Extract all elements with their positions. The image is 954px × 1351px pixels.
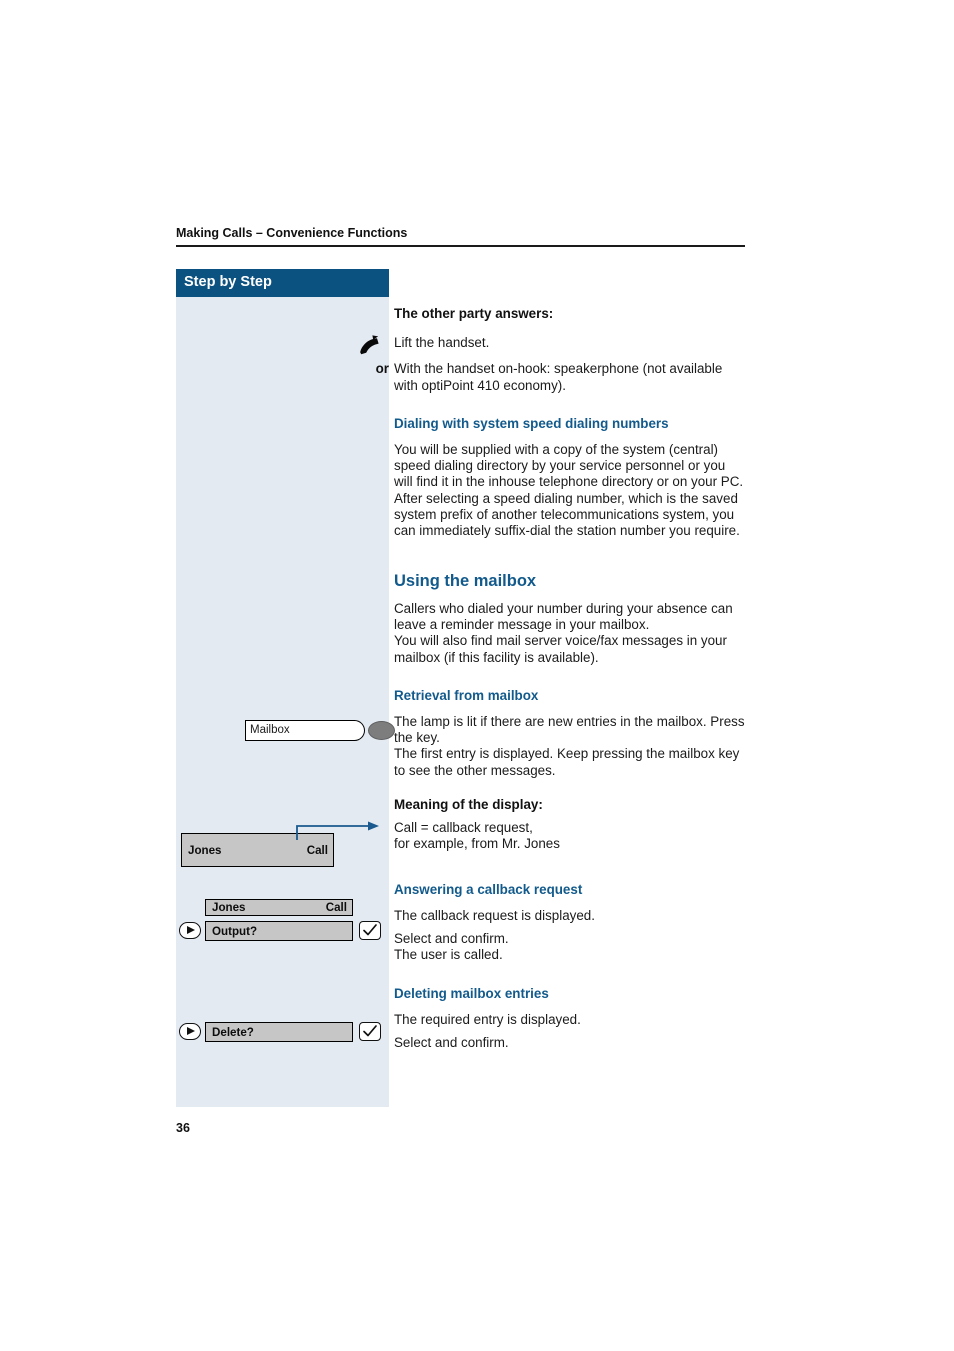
text-retrieval-p1: The lamp is lit if there are new entries… bbox=[394, 713, 745, 746]
text-meaning-p2: for example, from Mr. Jones bbox=[394, 836, 560, 852]
text-answering-p3: The user is called. bbox=[394, 947, 503, 963]
phone-display-output-option: Output? bbox=[205, 921, 353, 941]
step-by-step-panel: Mailbox Jones Call Jones Call Output? De… bbox=[176, 297, 395, 1107]
heading-meaning-of-display: Meaning of the display: bbox=[394, 797, 543, 813]
mailbox-key-label: Mailbox bbox=[250, 723, 290, 736]
confirm-key-icon[interactable] bbox=[359, 921, 381, 940]
phone-display-jones-call-2: Jones Call bbox=[205, 899, 353, 916]
mailbox-key-nub bbox=[354, 720, 365, 741]
heading-other-party-answers: The other party answers: bbox=[394, 306, 554, 321]
text-answering-p1: The callback request is displayed. bbox=[394, 907, 595, 923]
jones-call-display-graphic: Jones Call bbox=[176, 821, 389, 871]
display-softkey-call-2: Call bbox=[325, 901, 347, 914]
heading-speed-dialing: Dialing with system speed dialing number… bbox=[394, 415, 669, 431]
answering-callback-graphic: Jones Call Output? bbox=[176, 895, 389, 945]
or-label: or bbox=[375, 361, 389, 377]
display-caller-name: Jones bbox=[188, 843, 222, 857]
lift-handset-icon bbox=[360, 335, 379, 355]
text-lift-handset: Lift the handset. bbox=[394, 335, 490, 350]
main-content-column: The other party answers: Lift the handse… bbox=[360, 305, 746, 1051]
running-header: Making Calls – Convenience Functions bbox=[176, 226, 408, 240]
heading-answering-callback: Answering a callback request bbox=[394, 881, 583, 897]
navigation-rocker-key-icon-2[interactable] bbox=[179, 1023, 201, 1040]
phone-display-jones-call: Jones Call bbox=[181, 833, 334, 867]
mailbox-key-graphic: Mailbox bbox=[176, 716, 395, 750]
header-rule bbox=[176, 245, 745, 247]
text-mailbox-p1: Callers who dialed your number during yo… bbox=[394, 600, 733, 632]
row-lift-handset: Lift the handset. bbox=[360, 335, 746, 355]
row-speakerphone: or With the handset on-hook: speakerphon… bbox=[376, 361, 746, 394]
text-mailbox-p2: You will also find mail server voice/fax… bbox=[394, 633, 727, 665]
page-number: 36 bbox=[176, 1121, 190, 1135]
step-by-step-header: Step by Step bbox=[176, 269, 389, 297]
display-caller-name-2: Jones bbox=[212, 901, 246, 914]
confirm-key-icon-2[interactable] bbox=[359, 1022, 381, 1041]
step-by-step-title: Step by Step bbox=[184, 274, 272, 290]
text-retrieval-p2: The first entry is displayed. Keep press… bbox=[394, 746, 740, 778]
text-deleting-p2: Select and confirm. bbox=[394, 1034, 509, 1050]
text-deleting-p1: The required entry is displayed. bbox=[394, 1011, 581, 1027]
text-meaning-p1: Call = callback request, bbox=[394, 820, 533, 836]
display-softkey-call: Call bbox=[306, 843, 328, 857]
text-answering-p2: Select and confirm. bbox=[394, 930, 509, 946]
text-speed-dial-p1: You will be supplied with a copy of the … bbox=[394, 441, 744, 490]
display-option-output: Output? bbox=[212, 924, 258, 938]
heading-retrieval-from-mailbox: Retrieval from mailbox bbox=[394, 687, 539, 703]
display-option-delete: Delete? bbox=[212, 1025, 254, 1039]
heading-deleting-mailbox-entries: Deleting mailbox entries bbox=[394, 985, 549, 1001]
mailbox-key-label-box: Mailbox bbox=[245, 720, 355, 741]
checkmark-icon bbox=[363, 924, 377, 936]
text-speakerphone: With the handset on-hook: speakerphone (… bbox=[394, 361, 723, 393]
navigation-rocker-key-icon[interactable] bbox=[179, 922, 201, 939]
heading-using-the-mailbox: Using the mailbox bbox=[394, 571, 537, 590]
phone-display-delete-option: Delete? bbox=[205, 1022, 353, 1042]
document-page: Making Calls – Convenience Functions Ste… bbox=[0, 0, 954, 1351]
text-speed-dial-p2: After selecting a speed dialing number, … bbox=[394, 490, 740, 539]
checkmark-icon-2 bbox=[363, 1025, 377, 1037]
deleting-entry-graphic: Delete? bbox=[176, 1019, 389, 1051]
mailbox-key-lamp bbox=[368, 721, 395, 740]
